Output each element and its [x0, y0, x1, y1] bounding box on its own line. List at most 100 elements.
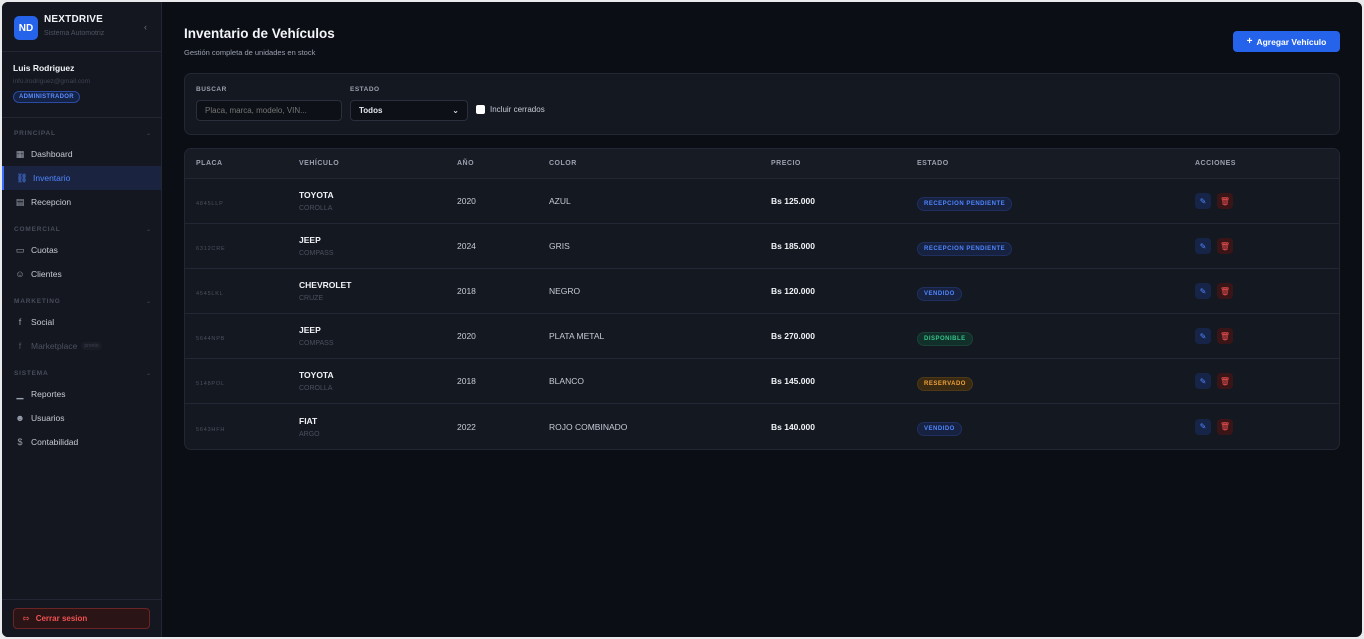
color-cell: GRIS [549, 241, 570, 251]
vehicles-table: PLACA VEHÍCULO AÑO COLOR PRECIO ESTADO A… [184, 148, 1340, 450]
col-vehiculo: VEHÍCULO [299, 160, 340, 167]
edit-icon: ✎ [1199, 241, 1207, 251]
price-cell: Bs 120.000 [771, 286, 815, 296]
section-toggle-sistema[interactable]: SISTEMA ⌄ [14, 364, 151, 382]
placa-cell: 5644NPB [196, 336, 226, 342]
delete-button[interactable]: 🗑 [1217, 418, 1233, 435]
delete-button[interactable]: 🗑 [1217, 193, 1233, 209]
sidebar-item-dashboard[interactable]: ▦ Dashboard [14, 142, 151, 166]
vehicle-model: COROLLA [299, 205, 333, 212]
col-placa: PLACA [196, 160, 223, 167]
vehicle-brand: JEEP [299, 325, 321, 335]
delete-button[interactable]: 🗑 [1217, 373, 1233, 389]
trash-icon: 🗑 [1219, 331, 1231, 341]
vehicle-model: COMPASS [299, 340, 334, 347]
sidebar-item-clientes[interactable]: ☺ Clientes [14, 262, 151, 286]
filters-panel: BUSCAR ESTADO Todos ⌄ Incluir cerrados [184, 73, 1340, 135]
vehicle-model: CRUZE [299, 295, 324, 302]
status-select[interactable]: Todos ⌄ [350, 100, 468, 121]
status-badge: RECEPCION PENDIENTE [917, 196, 1013, 211]
col-acciones: ACCIONES [1195, 160, 1236, 167]
sidebar-item-social[interactable]: f Social [14, 310, 151, 334]
section-toggle-comercial[interactable]: COMERCIAL ⌄ [14, 220, 151, 238]
trash-icon: 🗑 [1219, 286, 1231, 296]
users-icon: ☺ [15, 269, 25, 279]
include-closed-toggle[interactable]: Incluir cerrados [476, 105, 545, 114]
table-row: 4545LKL CHEVROLET CRUZE 2018 NEGRO Bs 12… [185, 269, 1339, 314]
collapse-sidebar-icon[interactable]: ‹ [144, 22, 147, 32]
credit-card-icon: ▭ [15, 244, 25, 255]
year-cell: 2020 [457, 331, 476, 341]
year-cell: 2018 [457, 376, 476, 386]
edit-icon: ✎ [1199, 286, 1207, 296]
document-icon: ▤ [15, 196, 25, 207]
placa-cell: 4545LKL [196, 291, 224, 297]
chevron-down-icon: ⌄ [452, 106, 459, 115]
year-cell: 2022 [457, 421, 476, 432]
price-cell: Bs 145.000 [771, 376, 815, 386]
section-toggle-marketing[interactable]: MARKETING ⌄ [14, 292, 151, 310]
col-estado: ESTADO [917, 160, 949, 167]
facebook-icon: f [18, 317, 22, 327]
logout-button[interactable]: ⇰ Cerrar sesion [13, 608, 150, 629]
year-cell: 2018 [457, 286, 476, 296]
brand: ND NEXTDRIVE Sistema Automotriz ‹ [2, 2, 161, 52]
search-input[interactable] [196, 100, 342, 121]
table-header: PLACA VEHÍCULO AÑO COLOR PRECIO ESTADO A… [185, 149, 1339, 179]
price-cell: Bs 185.000 [771, 241, 815, 251]
page-subtitle: Gestión completa de unidades en stock [184, 48, 316, 57]
include-closed-checkbox[interactable] [476, 105, 485, 114]
col-anio: AÑO [457, 160, 475, 167]
color-cell: ROJO COMBINADO [549, 421, 628, 432]
edit-button[interactable]: ✎ [1195, 238, 1211, 254]
brand-name: NEXTDRIVE [44, 14, 104, 25]
user-role-badge: ADMINISTRADOR [13, 91, 80, 103]
edit-icon: ✎ [1199, 422, 1207, 431]
logout-icon: ⇰ [23, 614, 30, 623]
sidebar-item-recepcion[interactable]: ▤ Recepcion [14, 190, 151, 214]
table-body: 4845LLP TOYOTA COROLLA 2020 AZUL Bs 125.… [185, 179, 1339, 449]
vehicle-model: ARGO [299, 430, 320, 438]
section-toggle-principal[interactable]: PRINCIPAL ⌄ [14, 124, 151, 142]
vehicle-brand: TOYOTA [299, 190, 334, 200]
status-badge: VENDIDO [917, 286, 962, 301]
vehicle-brand: TOYOTA [299, 370, 334, 380]
edit-button[interactable]: ✎ [1195, 373, 1211, 389]
edit-button[interactable]: ✎ [1195, 328, 1211, 344]
price-cell: Bs 125.000 [771, 196, 815, 206]
color-cell: PLATA METAL [549, 331, 605, 341]
dollar-icon: $ [17, 437, 23, 447]
user-email: info.lrodriguez@gmail.com [13, 78, 91, 85]
user-panel: Luis Rodriguez info.lrodriguez@gmail.com… [2, 52, 161, 118]
sidebar-item-contabilidad[interactable]: $ Contabilidad [14, 430, 151, 454]
placa-cell: 6312CRE [196, 246, 226, 252]
color-cell: AZUL [549, 196, 571, 206]
sidebar-item-inventario[interactable]: ⛓ Inventario [2, 166, 161, 190]
edit-button[interactable]: ✎ [1195, 283, 1211, 299]
placa-cell: 4845LLP [196, 201, 224, 207]
table-row: 5643HFH FIAT ARGO 2022 ROJO COMBINADO Bs… [185, 404, 1339, 449]
main-content: Inventario de Vehículos Gestión completa… [162, 2, 1362, 637]
search-label: BUSCAR [196, 86, 227, 93]
delete-button[interactable]: 🗑 [1217, 238, 1233, 254]
edit-icon: ✎ [1199, 331, 1207, 341]
delete-button[interactable]: 🗑 [1217, 283, 1233, 299]
year-cell: 2024 [457, 241, 476, 251]
sidebar-item-reportes[interactable]: ▁ Reportes [14, 382, 151, 406]
nav-section-marketing: MARKETING ⌄ f Social f Marketplace pront… [2, 292, 161, 358]
plus-icon: + [1246, 36, 1253, 47]
add-vehicle-button[interactable]: + Agregar Vehículo [1233, 31, 1340, 52]
vehicle-model: COMPASS [299, 250, 334, 257]
vehicle-brand: FIAT [299, 415, 318, 426]
edit-button[interactable]: ✎ [1195, 193, 1211, 209]
delete-button[interactable]: 🗑 [1217, 328, 1233, 344]
sidebar-item-cuotas[interactable]: ▭ Cuotas [14, 238, 151, 262]
user-icon: ☻ [15, 413, 25, 423]
sidebar-item-usuarios[interactable]: ☻ Usuarios [14, 406, 151, 430]
brand-subtitle: Sistema Automotriz [44, 30, 105, 37]
price-cell: Bs 270.000 [771, 331, 815, 341]
status-badge: RECEPCION PENDIENTE [917, 241, 1013, 256]
nav-section-principal: PRINCIPAL ⌄ ▦ Dashboard ⛓ Inventario ▤ R… [2, 124, 161, 214]
year-cell: 2020 [457, 196, 476, 206]
edit-button[interactable]: ✎ [1195, 418, 1211, 435]
